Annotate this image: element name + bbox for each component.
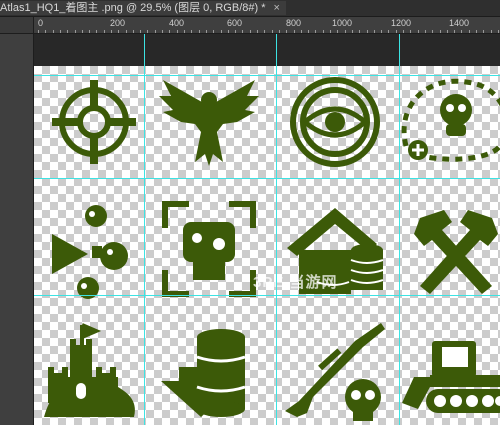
ruler-tick: [257, 30, 258, 33]
ruler-tick: [279, 30, 280, 33]
ruler-tick: [228, 30, 229, 33]
transparent-canvas[interactable]: 3PE 当游网: [34, 66, 500, 425]
ruler-label: 1200: [391, 18, 412, 28]
eye-icon: [277, 66, 397, 176]
horizontal-ruler[interactable]: 0 200 400 600 800 1000 1200 1400: [34, 17, 500, 34]
ruler-tick: [308, 30, 309, 33]
ruler-tick: [235, 30, 236, 33]
ruler-tick: [345, 30, 346, 33]
document-tab-bar: Atlas1_HQ1_着图主 .png @ 29.5% (图层 0, RGB/8…: [0, 0, 500, 17]
close-icon[interactable]: ×: [274, 2, 280, 14]
ruler-tick: [60, 30, 61, 33]
bulldozer-icon: [396, 317, 500, 425]
crossed-hammers-icon: [396, 194, 500, 304]
ruler-label: 400: [169, 18, 185, 28]
ruler-tick: [272, 30, 273, 33]
ruler-tick: [169, 30, 170, 33]
ruler-tick: [75, 30, 76, 33]
ruler-tick: [104, 30, 105, 33]
ruler-tick: [330, 30, 331, 33]
ruler-tick: [440, 30, 441, 33]
ruler-tick: [469, 30, 470, 33]
zombie-heads-arrow-icon: [34, 194, 154, 304]
ruler-label: 800: [286, 18, 302, 28]
ruler-tick: [67, 30, 68, 33]
ruler-tick: [461, 30, 462, 33]
zombie-target-icon: [149, 194, 269, 304]
watermark: 3PE 当游网: [253, 274, 338, 291]
ruler-corner[interactable]: [0, 17, 34, 34]
ruler-tick: [155, 30, 156, 33]
ruler-tick: [126, 30, 127, 33]
ruler-tick: [96, 30, 97, 33]
vertical-ruler[interactable]: [0, 34, 34, 425]
ruler-tick: [206, 30, 207, 33]
ruler-label: 0: [38, 18, 44, 28]
ruler-tick: [425, 30, 426, 33]
ruler-tick: [162, 30, 163, 33]
ruler-tick: [315, 30, 316, 33]
ruler-tick: [213, 30, 214, 33]
ruler-tick: [491, 30, 492, 33]
ruler-tick: [147, 30, 148, 33]
ruler-tick: [418, 30, 419, 33]
horizontal-guide[interactable]: [34, 178, 500, 179]
ruler-tick: [410, 30, 411, 33]
barrel-down-arrow-icon: [149, 317, 269, 425]
vertical-guide[interactable]: [276, 34, 277, 425]
ruler-tick: [177, 30, 178, 33]
ruler-tick: [483, 30, 484, 33]
ruler-tick: [38, 30, 39, 33]
horizontal-guide[interactable]: [34, 295, 500, 296]
ruler-tick: [352, 30, 353, 33]
ruler-tick: [381, 30, 382, 33]
document-tab[interactable]: Atlas1_HQ1_着图主 .png @ 29.5% (图层 0, RGB/8…: [0, 1, 286, 15]
ruler-tick: [140, 30, 141, 33]
ruler-tick: [242, 30, 243, 33]
ruler-tick: [476, 30, 477, 33]
ruler-tick: [294, 30, 295, 33]
ruler-tick: [323, 30, 324, 33]
rifle-skull-icon: [277, 317, 397, 425]
ruler-tick: [45, 30, 46, 33]
ruler-tick: [199, 30, 200, 33]
horizontal-guide[interactable]: [34, 75, 500, 76]
castle-icon: [34, 317, 154, 425]
gasmask-path-icon: [396, 66, 500, 176]
ruler-label: 600: [227, 18, 243, 28]
ruler-tick: [221, 30, 222, 33]
ruler-tick: [432, 30, 433, 33]
ruler-tick: [498, 30, 499, 33]
document-tab-title: Atlas1_HQ1_着图主 .png @ 29.5% (图层 0, RGB/8…: [0, 2, 266, 14]
ruler-tick: [403, 30, 404, 33]
ruler-tick: [184, 30, 185, 33]
ruler-tick: [133, 30, 134, 33]
eagle-icon: [149, 66, 269, 176]
ruler-tick: [191, 30, 192, 33]
ruler-tick: [396, 30, 397, 33]
ruler-tick: [89, 30, 90, 33]
crosshair-icon: [34, 66, 154, 176]
ruler-tick: [286, 30, 287, 33]
ruler-tick: [447, 30, 448, 33]
ruler-tick: [301, 30, 302, 33]
ruler-tick: [337, 30, 338, 33]
workspace[interactable]: 3PE 当游网: [34, 34, 500, 425]
ruler-label: 1400: [449, 18, 470, 28]
ruler-tick: [111, 30, 112, 33]
ruler-tick: [82, 30, 83, 33]
ruler-tick: [250, 30, 251, 33]
vertical-guide[interactable]: [144, 34, 145, 425]
ruler-tick: [388, 30, 389, 33]
ruler-label: 200: [110, 18, 126, 28]
vertical-guide[interactable]: [399, 34, 400, 425]
ruler-label: 1000: [332, 18, 353, 28]
ruler-tick: [367, 30, 368, 33]
ruler-tick: [53, 30, 54, 33]
ruler-tick: [454, 30, 455, 33]
ruler-tick: [359, 30, 360, 33]
ruler-tick: [374, 30, 375, 33]
ruler-tick: [118, 30, 119, 33]
ruler-tick: [264, 30, 265, 33]
